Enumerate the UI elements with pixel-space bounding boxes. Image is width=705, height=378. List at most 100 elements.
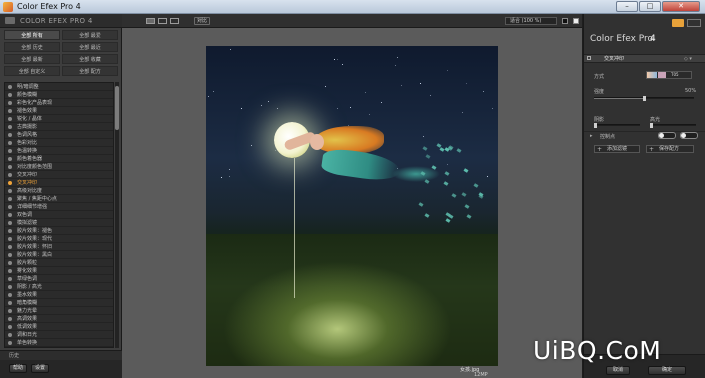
split-view-icon[interactable] — [158, 18, 167, 24]
filter-list-item[interactable]: 古典摄影 — [5, 123, 113, 131]
filter-list-item[interactable]: 色彩对比 — [5, 139, 113, 147]
expand-arrow-icon[interactable]: ▸ — [590, 133, 593, 139]
favorite-star-icon[interactable] — [8, 125, 12, 129]
favorite-star-icon[interactable] — [8, 237, 12, 241]
filter-list-item[interactable]: 高调效果 — [5, 315, 113, 323]
filter-list-item[interactable]: 胶片效果：褪色 — [5, 227, 113, 235]
strength-slider[interactable] — [594, 96, 694, 101]
category-recent[interactable]: 全部 最近 — [62, 42, 118, 52]
side-by-side-icon[interactable] — [170, 18, 179, 24]
filter-list-item[interactable]: 魅力光晕 — [5, 307, 113, 315]
filter-list-item[interactable]: 单色转换 — [5, 339, 113, 347]
category-history[interactable]: 全部 历史 — [4, 42, 60, 52]
filter-list-item[interactable]: 交叉冲印 — [5, 179, 113, 187]
favorite-star-icon[interactable] — [8, 85, 12, 89]
favorite-star-icon[interactable] — [8, 101, 12, 105]
favorite-star-icon[interactable] — [8, 221, 12, 225]
filter-list-item[interactable]: 双色调 — [5, 211, 113, 219]
favorite-star-icon[interactable] — [8, 309, 12, 313]
filter-list-item[interactable]: 彩色化产品表现 — [5, 99, 113, 107]
save-button[interactable]: 确定 — [648, 366, 686, 375]
category-custom[interactable]: 全部 自定义 — [4, 66, 60, 76]
history-label[interactable]: 历史 — [9, 352, 19, 359]
filter-list-item[interactable]: 颜色模糊 — [5, 91, 113, 99]
favorite-star-icon[interactable] — [8, 341, 12, 345]
favorite-star-icon[interactable] — [8, 325, 12, 329]
help-button[interactable]: 帮助 — [9, 364, 27, 373]
background-white-swatch[interactable] — [573, 18, 579, 24]
filter-list-item[interactable]: 阴影 / 高光 — [5, 283, 113, 291]
filter-list-item[interactable]: 胶片颗粒 — [5, 259, 113, 267]
maximize-button[interactable]: □ — [639, 1, 661, 12]
minimize-button[interactable]: – — [616, 1, 638, 12]
filter-list-item[interactable]: 单色：黑白转换 — [5, 347, 113, 348]
filter-list-item[interactable]: 暗角模糊 — [5, 299, 113, 307]
favorite-star-icon[interactable] — [8, 213, 12, 217]
favorite-star-icon[interactable] — [8, 149, 12, 153]
single-view-icon[interactable] — [146, 18, 155, 24]
highlight-slider-thumb[interactable] — [650, 123, 653, 128]
favorite-star-icon[interactable] — [8, 253, 12, 257]
favorite-star-icon[interactable] — [8, 133, 12, 137]
settings-button[interactable]: 设置 — [31, 364, 49, 373]
scrollbar-thumb[interactable] — [115, 86, 119, 130]
filter-enable-checkbox[interactable] — [587, 56, 591, 60]
filter-options-icon[interactable]: ◇ ▾ — [684, 56, 692, 62]
filter-list-item[interactable]: 胶片效果：现代 — [5, 235, 113, 243]
filter-list-item[interactable]: 褪色效果 — [5, 107, 113, 115]
background-black-swatch[interactable] — [562, 18, 568, 24]
filter-list-item[interactable]: 色调风格 — [5, 131, 113, 139]
filter-list-item[interactable]: 低调效果 — [5, 323, 113, 331]
favorite-star-icon[interactable] — [8, 285, 12, 289]
filter-list-item[interactable]: 聚焦 / 焦距中心点 — [5, 195, 113, 203]
zoom-select[interactable]: 适合 (100 %) — [505, 17, 557, 25]
favorite-star-icon[interactable] — [8, 261, 12, 265]
compare-button[interactable]: 对比 — [194, 17, 210, 25]
favorite-star-icon[interactable] — [8, 301, 12, 305]
filter-list-item[interactable]: 交叉冲印 — [5, 171, 113, 179]
filter-list-item[interactable]: 高级对比度 — [5, 187, 113, 195]
shadow-slider-thumb[interactable] — [594, 123, 597, 128]
favorite-star-icon[interactable] — [8, 317, 12, 321]
close-button[interactable]: ✕ — [662, 1, 700, 12]
favorite-star-icon[interactable] — [8, 189, 12, 193]
filter-list-item[interactable]: 胶片效果：黑白 — [5, 251, 113, 259]
favorite-star-icon[interactable] — [8, 293, 12, 297]
category-new[interactable]: 全部 最新 — [4, 54, 60, 64]
favorite-star-icon[interactable] — [8, 229, 12, 233]
filter-list-item[interactable]: 墨水效果 — [5, 291, 113, 299]
favorite-star-icon[interactable] — [8, 197, 12, 201]
favorite-star-icon[interactable] — [8, 165, 12, 169]
favorite-star-icon[interactable] — [8, 181, 12, 185]
panel-toggle-icon[interactable] — [687, 19, 701, 27]
category-favorites[interactable]: 全部 最爱 — [62, 30, 118, 40]
filter-list-item[interactable]: 草绿色调 — [5, 275, 113, 283]
favorite-star-icon[interactable] — [8, 173, 12, 177]
favorite-star-icon[interactable] — [8, 245, 12, 249]
favorite-star-icon[interactable] — [8, 157, 12, 161]
filter-list-item[interactable]: 明/暗调整 — [5, 83, 113, 91]
filter-list-item[interactable]: 色温转换 — [5, 147, 113, 155]
favorite-star-icon[interactable] — [8, 269, 12, 273]
category-recipes[interactable]: 全部 配方 — [62, 66, 118, 76]
category-collection[interactable]: 全部 收藏 — [62, 54, 118, 64]
filter-list-scrollbar[interactable] — [115, 82, 119, 348]
favorite-star-icon[interactable] — [8, 333, 12, 337]
favorite-star-icon[interactable] — [8, 141, 12, 145]
favorite-star-icon[interactable] — [8, 277, 12, 281]
favorite-star-icon[interactable] — [8, 117, 12, 121]
filter-list-item[interactable]: 胶片效果：怀旧 — [5, 243, 113, 251]
filter-list-item[interactable]: 锐化 / 晶体 — [5, 115, 113, 123]
cancel-button[interactable]: 取消 — [606, 366, 630, 375]
filter-list-item[interactable]: 模拟滤镜 — [5, 219, 113, 227]
highlight-slider[interactable] — [650, 123, 696, 128]
filter-list-item[interactable]: 对比度颜色范围 — [5, 163, 113, 171]
filter-list-item[interactable]: 详细细节增强 — [5, 203, 113, 211]
filter-list-item[interactable]: 雾化效果 — [5, 267, 113, 275]
category-all[interactable]: 全部 所有 — [4, 30, 60, 40]
shadow-slider[interactable] — [594, 123, 640, 128]
filter-list-item[interactable]: 颜色着色器 — [5, 155, 113, 163]
strength-slider-thumb[interactable] — [643, 96, 646, 101]
favorite-star-icon[interactable] — [8, 93, 12, 97]
favorite-star-icon[interactable] — [8, 109, 12, 113]
